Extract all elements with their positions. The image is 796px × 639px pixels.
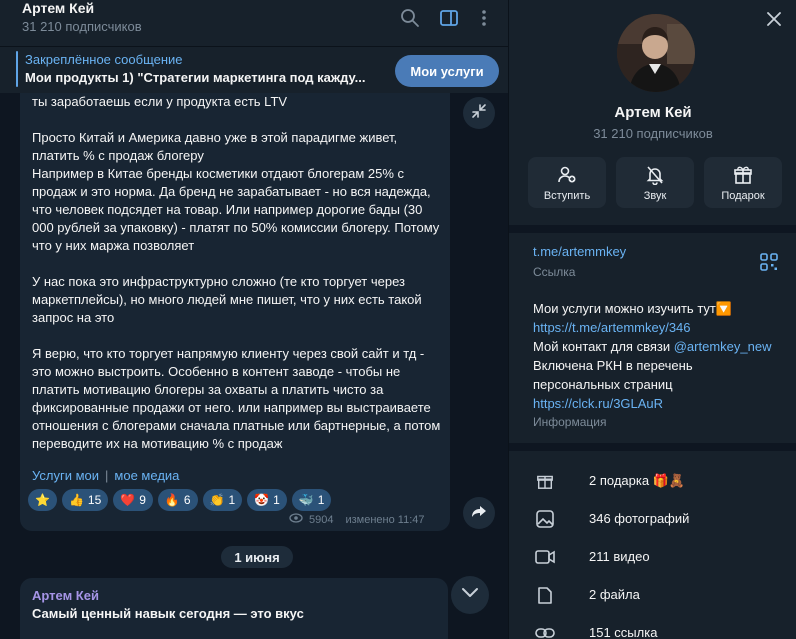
photo-icon bbox=[535, 509, 555, 529]
chat-header[interactable]: Артем Кей 31 210 подписчиков bbox=[0, 0, 508, 46]
gift-icon bbox=[535, 471, 555, 491]
reaction-count: 9 bbox=[139, 493, 146, 507]
reaction-pill[interactable]: ❤️ 9 bbox=[113, 489, 153, 511]
profile-subscribers: 31 210 подписчиков bbox=[593, 126, 713, 141]
reaction-count: 1 bbox=[273, 493, 280, 507]
pinned-title: Закреплённое сообщение bbox=[25, 52, 183, 67]
reaction-pill[interactable]: 🔥 6 bbox=[157, 489, 198, 511]
collapse-button[interactable] bbox=[463, 97, 495, 129]
collapse-icon bbox=[471, 103, 487, 124]
date-separator: 1 июня bbox=[221, 546, 293, 568]
media-row-photos[interactable]: 346 фотографий bbox=[509, 500, 796, 538]
scroll-down-button[interactable] bbox=[451, 576, 489, 614]
chat-title[interactable]: Артем Кей bbox=[22, 0, 94, 16]
chat-pane: Артем Кей 31 210 подписчиков Закреплённо… bbox=[0, 0, 508, 639]
media-row-files[interactable]: 2 файла bbox=[509, 576, 796, 614]
chevron-down-icon bbox=[461, 586, 479, 604]
photos-count: 346 фотографий bbox=[589, 511, 690, 526]
section-divider bbox=[509, 225, 796, 233]
sidebar-toggle-icon[interactable] bbox=[437, 6, 461, 30]
reaction-emoji: ❤️ bbox=[120, 493, 136, 507]
message-bubble-next: Артем Кей Самый ценный навык сегодня — э… bbox=[20, 578, 448, 639]
section-divider bbox=[509, 443, 796, 451]
reaction-count: 6 bbox=[183, 493, 191, 507]
reaction-count: 15 bbox=[87, 493, 102, 507]
pinned-message-bar[interactable]: Закреплённое сообщение Мои продукты 1) "… bbox=[0, 46, 508, 93]
reaction-pill[interactable]: 👍 15 bbox=[61, 489, 109, 511]
profile-bio: Мои услуги можно изучить тут🔽 https://t.… bbox=[533, 299, 783, 413]
views-icon bbox=[289, 513, 303, 526]
reaction-count: 1 bbox=[317, 493, 325, 507]
sound-label: Звук bbox=[643, 190, 667, 202]
close-icon[interactable] bbox=[763, 8, 785, 30]
profile-link-label: Ссылка bbox=[533, 265, 576, 279]
qr-code-icon[interactable] bbox=[760, 253, 778, 271]
message-links: Услуги мои | мое медиа bbox=[32, 468, 179, 483]
edited-time: изменено 11:47 bbox=[345, 513, 425, 526]
message-text: ты заработаешь если у продукта есть LTV … bbox=[32, 94, 441, 451]
services-link[interactable]: Услуги мои bbox=[32, 468, 99, 483]
sound-button[interactable]: Звук bbox=[616, 157, 694, 208]
my-services-button[interactable]: Мои услуги bbox=[395, 55, 499, 87]
videos-count: 211 видео bbox=[589, 549, 650, 564]
profile-name: Артем Кей bbox=[614, 104, 692, 121]
media-link[interactable]: мое медиа bbox=[114, 468, 179, 483]
link-icon bbox=[535, 623, 555, 639]
reaction-pill[interactable]: 🤡 1 bbox=[247, 489, 287, 511]
chat-subscribers: 31 210 подписчиков bbox=[22, 19, 142, 34]
search-icon[interactable] bbox=[398, 6, 422, 30]
message-meta: 5904 изменено 11:47 bbox=[289, 513, 425, 526]
bio-mention-link[interactable]: @artemkey_new bbox=[674, 339, 772, 354]
more-options-icon[interactable] bbox=[472, 6, 496, 30]
gift-button[interactable]: Подарок bbox=[704, 157, 782, 208]
reaction-pill[interactable]: 🐳 1 bbox=[291, 489, 332, 511]
media-row-links[interactable]: 151 ссылка bbox=[509, 614, 796, 639]
reaction-emoji: 🤡 bbox=[254, 493, 270, 507]
reaction-emoji: ⭐ bbox=[35, 493, 50, 507]
message-text-next: Самый ценный навык сегодня — это вкус bbox=[32, 606, 304, 621]
gift-label: Подарок bbox=[721, 190, 765, 202]
reactions-bar: ⭐ 👍 15 ❤️ 9 🔥 6 👏 1 🤡 1 🐳 1 bbox=[28, 489, 332, 513]
pinned-indicator bbox=[16, 51, 18, 87]
files-count: 2 файла bbox=[589, 587, 640, 602]
reaction-emoji: 🔥 bbox=[164, 493, 180, 507]
bio-contact-text: Мой контакт для связи bbox=[533, 339, 674, 354]
views-count: 5904 bbox=[309, 513, 334, 526]
reaction-emoji: 👍 bbox=[68, 493, 84, 507]
message-author[interactable]: Артем Кей bbox=[32, 588, 99, 603]
reaction-count: 1 bbox=[228, 493, 236, 507]
gift-icon bbox=[704, 165, 782, 185]
message-bubble: ты заработаешь если у продукта есть LTV … bbox=[20, 93, 450, 531]
link-separator: | bbox=[105, 468, 109, 483]
bio-link-rkn[interactable]: https://clck.ru/3GLAuR bbox=[533, 396, 663, 411]
reaction-emoji: 👏 bbox=[209, 493, 225, 507]
add-user-icon bbox=[528, 165, 606, 185]
join-button[interactable]: Вступить bbox=[528, 157, 606, 208]
file-icon bbox=[535, 585, 555, 605]
share-icon bbox=[471, 503, 487, 524]
media-row-gifts[interactable]: 2 подарка 🎁🧸 bbox=[509, 462, 796, 500]
video-icon bbox=[535, 547, 555, 567]
reaction-pill[interactable]: 👏 1 bbox=[202, 489, 243, 511]
share-button[interactable] bbox=[463, 497, 495, 529]
profile-panel: Артем Кей 31 210 подписчиков Вступить Зв… bbox=[508, 0, 796, 639]
avatar[interactable] bbox=[617, 14, 695, 92]
gifts-count: 2 подарка 🎁🧸 bbox=[589, 473, 686, 488]
join-label: Вступить bbox=[543, 190, 591, 202]
pinned-text: Мои продукты 1) "Стратегии маркетинга по… bbox=[25, 70, 366, 85]
reaction-pill[interactable]: ⭐ bbox=[28, 489, 57, 511]
profile-link[interactable]: t.me/artemmkey bbox=[533, 244, 626, 259]
bio-label: Информация bbox=[533, 415, 607, 429]
bell-muted-icon bbox=[616, 165, 694, 185]
media-row-videos[interactable]: 211 видео bbox=[509, 538, 796, 576]
links-count: 151 ссылка bbox=[589, 625, 658, 639]
bio-link-services[interactable]: https://t.me/artemmkey/346 bbox=[533, 320, 691, 335]
reaction-emoji: 🐳 bbox=[298, 493, 314, 507]
bio-line: Включена РКН в перечень персональных стр… bbox=[533, 358, 693, 392]
bio-line: Мои услуги можно изучить тут🔽 bbox=[533, 301, 733, 316]
